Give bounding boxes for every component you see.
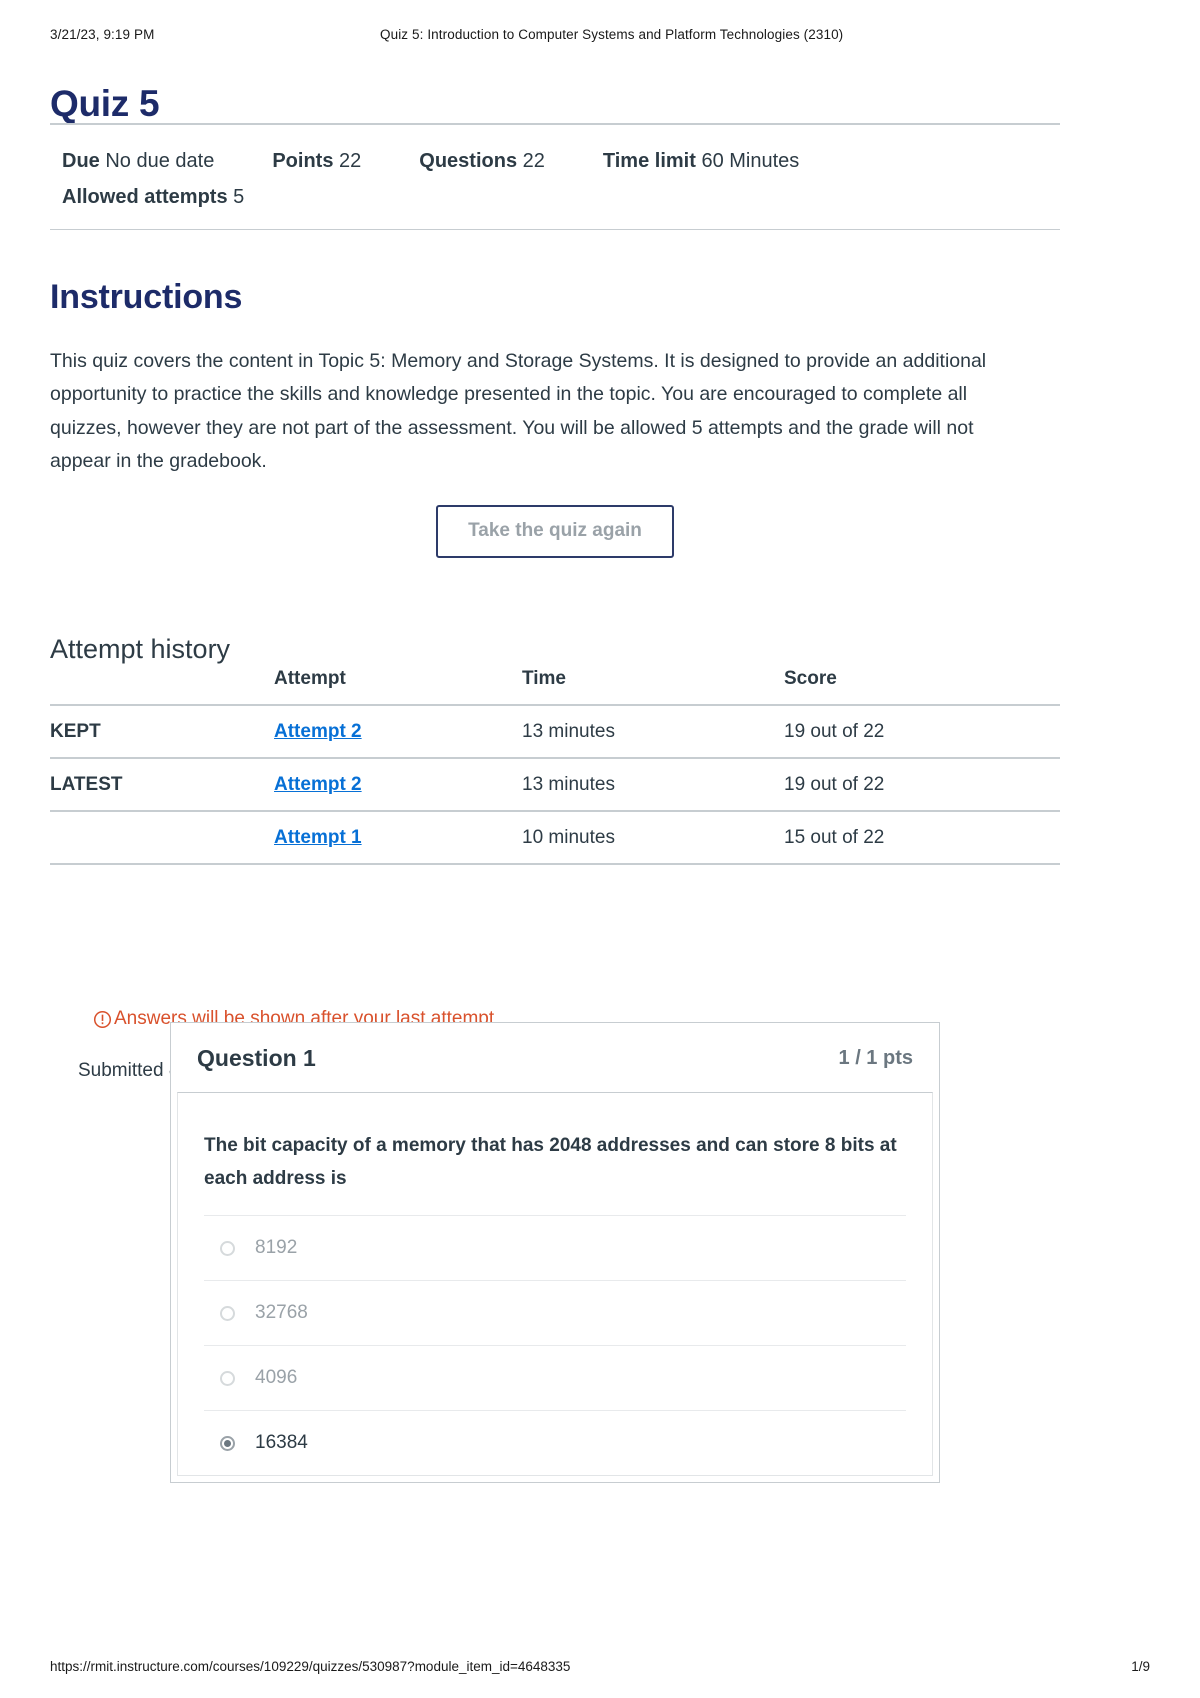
- print-footer-page: 1/9: [1131, 1659, 1150, 1674]
- column-header-status: [50, 668, 274, 705]
- meta-time-limit-label: Time limit: [602, 150, 696, 172]
- row-status-cell: LATEST: [50, 757, 274, 811]
- question-text: The bit capacity of a memory that has 20…: [204, 1135, 897, 1189]
- answer-option-selected[interactable]: 16384: [204, 1410, 906, 1475]
- meta-points-value: 22: [339, 150, 362, 172]
- table-footer-cell-3: [522, 863, 784, 899]
- row-status-cell: KEPT: [50, 704, 274, 758]
- answer-option-label: 32768: [255, 1302, 308, 1323]
- row-time-cell: 10 minutes: [522, 810, 784, 864]
- print-header-date: 3/21/23, 9:19 PM: [50, 27, 155, 42]
- column-header-time: Time: [522, 668, 567, 689]
- radio-button-icon[interactable]: [220, 1305, 235, 1321]
- meta-points: Points 22: [272, 143, 361, 179]
- attempt-link[interactable]: Attempt 2: [274, 774, 362, 795]
- row-score-cell: 15 out of 22: [784, 810, 1060, 864]
- question-body: The bit capacity of a memory that has 20…: [177, 1092, 933, 1476]
- meta-points-label: Points: [272, 150, 334, 172]
- column-header-score: Score: [784, 668, 837, 689]
- radio-button-icon[interactable]: [220, 1370, 235, 1386]
- meta-time-limit-value: 60 Minutes: [701, 150, 800, 172]
- meta-allowed-attempts-label: Allowed attempts: [62, 186, 228, 208]
- table-row: KEPT Attempt 2 13 minutes 19 out of 22: [50, 704, 1060, 758]
- row-score-cell: 19 out of 22: [784, 757, 1060, 811]
- attempt-link[interactable]: Attempt 1: [274, 827, 362, 848]
- question-points: 1 / 1 pts: [838, 1047, 913, 1069]
- take-quiz-button-row: Take the quiz again: [50, 505, 1060, 558]
- row-attempt-cell: Attempt 1: [274, 810, 522, 864]
- print-header: 3/21/23, 9:19 PM Quiz 5: Introduction to…: [50, 27, 1150, 42]
- meta-allowed-attempts: Allowed attempts 5: [62, 179, 244, 215]
- meta-allowed-attempts-value: 5: [233, 186, 245, 208]
- print-footer-url: https://rmit.instructure.com/courses/109…: [50, 1659, 571, 1674]
- meta-time-limit: Time limit 60 Minutes: [603, 143, 799, 179]
- meta-due-label: Due: [62, 150, 100, 172]
- row-score-cell: 19 out of 22: [784, 704, 1060, 758]
- meta-due-value: No due date: [105, 150, 215, 172]
- answer-option[interactable]: 32768: [204, 1280, 906, 1345]
- attempt-history-heading: Attempt history: [50, 634, 231, 665]
- attempt-history-table: Attempt Time Score KEPT Attempt 2 13 min…: [50, 668, 1060, 899]
- instructions-heading: Instructions: [50, 278, 243, 317]
- status-badge: LATEST: [50, 774, 123, 795]
- answer-option[interactable]: 8192: [204, 1215, 906, 1280]
- meta-line-2: Allowed attempts 5: [62, 179, 1048, 215]
- attempt-history-tbody: KEPT Attempt 2 13 minutes 19 out of 22 L…: [50, 704, 1060, 899]
- question-header: Question 1 1 / 1 pts: [171, 1023, 939, 1092]
- radio-button-selected-icon[interactable]: [220, 1435, 235, 1451]
- answer-option-label: 16384: [255, 1432, 308, 1453]
- column-header-attempt: Attempt: [274, 668, 346, 689]
- answer-option-label: 8192: [255, 1237, 298, 1258]
- row-attempt-cell: Attempt 2: [274, 757, 522, 811]
- meta-due: Due No due date: [62, 143, 214, 179]
- quiz-meta-bar: Due No due date Points 22 Questions 22 Time…: [50, 123, 1060, 230]
- meta-line-1: Due No due date Points 22 Questions 22 Time…: [62, 143, 1048, 179]
- warning-circle-exclamation-icon: [93, 1010, 112, 1029]
- row-status-cell: [50, 810, 274, 864]
- question-card: Question 1 1 / 1 pts The bit capacity of…: [170, 1022, 940, 1483]
- table-footer-row: [50, 863, 1060, 899]
- answer-option[interactable]: 4096: [204, 1345, 906, 1410]
- table-row: LATEST Attempt 2 13 minutes 19 out of 22: [50, 757, 1060, 811]
- take-quiz-again-button[interactable]: Take the quiz again: [436, 505, 674, 558]
- print-footer: https://rmit.instructure.com/courses/109…: [50, 1659, 1150, 1674]
- table-row: Attempt 1 10 minutes 15 out of 22: [50, 810, 1060, 864]
- table-footer-cell-2: [274, 863, 522, 899]
- meta-questions-value: 22: [522, 150, 545, 172]
- table-footer-cell-4: [784, 863, 1060, 899]
- attempt-link[interactable]: Attempt 2: [274, 721, 362, 742]
- meta-questions: Questions 22: [419, 143, 545, 179]
- print-header-title: Quiz 5: Introduction to Computer Systems…: [380, 27, 844, 42]
- attempt-history-thead: Attempt Time Score: [50, 668, 1060, 705]
- row-attempt-cell: Attempt 2: [274, 704, 522, 758]
- answer-options-list: 8192 32768 4096 16384: [178, 1215, 932, 1475]
- attempt-history-header-row: Attempt Time Score: [50, 668, 1060, 705]
- row-time-cell: 13 minutes: [522, 704, 784, 758]
- table-footer-cell-1: [50, 863, 274, 899]
- page-title: Quiz 5: [50, 82, 160, 124]
- meta-questions-label: Questions: [419, 150, 518, 172]
- question-name: Question 1: [197, 1045, 316, 1071]
- instructions-body: This quiz covers the content in Topic 5:…: [50, 349, 987, 473]
- meta-rows: Due No due date Points 22 Questions 22 Time…: [50, 125, 1060, 229]
- meta-bottom-divider: [50, 229, 1060, 230]
- answer-option-label: 4096: [255, 1367, 298, 1388]
- status-badge: KEPT: [50, 721, 101, 742]
- row-time-cell: 13 minutes: [522, 757, 784, 811]
- radio-button-icon[interactable]: [220, 1240, 235, 1256]
- quiz-results-page: 3/21/23, 9:19 PM Quiz 5: Introduction to…: [0, 0, 1200, 1698]
